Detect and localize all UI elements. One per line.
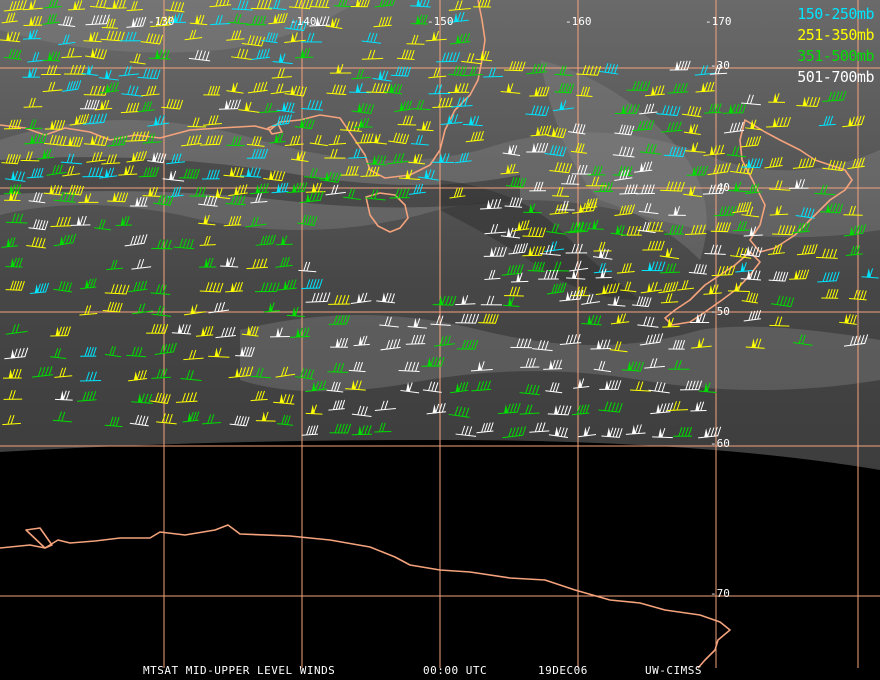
latitude-label: -30 — [710, 59, 730, 72]
longitude-label: -170 — [705, 15, 732, 28]
caption-time: 00:00 UTC — [423, 664, 488, 677]
caption-date: 19DEC06 — [538, 664, 588, 677]
legend-entry: 501-700mb — [797, 68, 874, 86]
pressure-legend: 150-250mb 251-350mb 351-500mb 501-700mb — [797, 4, 874, 88]
legend-entry: 150-250mb — [797, 5, 874, 23]
longitude-label: -130 — [148, 15, 175, 28]
longitude-label: -160 — [565, 15, 592, 28]
satellite-wind-map: -130 -140 -150 -160 -170 -30 -40 -50 -60… — [0, 0, 880, 680]
map-canvas — [0, 0, 880, 669]
legend-entry: 251-350mb — [797, 26, 874, 44]
longitude-label: -140 — [290, 15, 317, 28]
caption-source: UW-CIMSS — [645, 664, 702, 677]
longitude-label: -150 — [427, 15, 454, 28]
caption-title: MTSAT MID-UPPER LEVEL WINDS — [143, 664, 336, 677]
legend-entry: 351-500mb — [797, 47, 874, 65]
latitude-label: -60 — [710, 437, 730, 450]
latitude-label: -50 — [710, 305, 730, 318]
latitude-label: -40 — [710, 181, 730, 194]
latitude-label: -70 — [710, 587, 730, 600]
caption-bar: MTSAT MID-UPPER LEVEL WINDS 00:00 UTC 19… — [0, 664, 880, 678]
